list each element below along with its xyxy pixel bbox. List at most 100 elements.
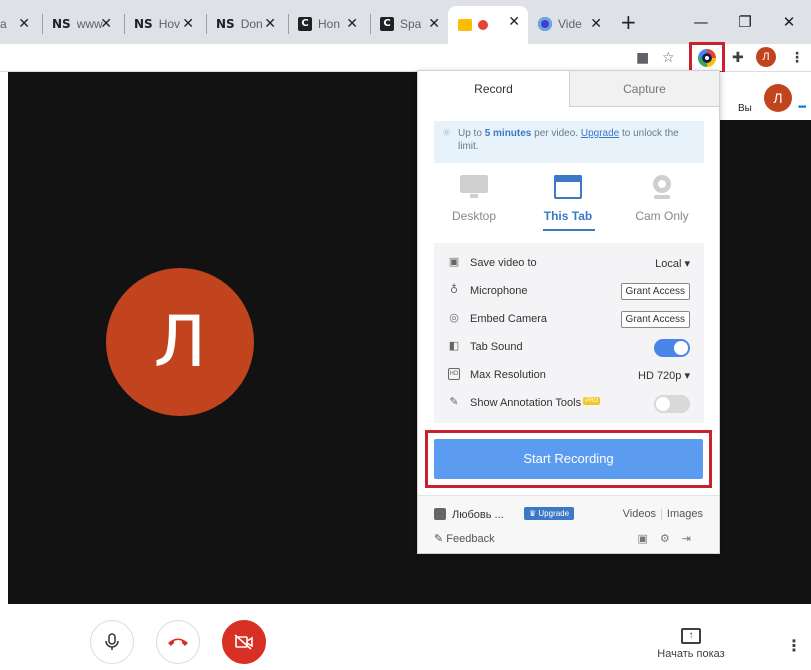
browser-tab[interactable]: a ✕ [0,8,38,40]
tab-sound-toggle[interactable] [654,339,690,357]
settings-panel: ▣ Save video to Local ▾ ♁ Microphone Gra… [434,243,704,423]
close-icon[interactable]: ✕ [428,16,440,32]
more-dots-icon[interactable]: ••• [798,102,806,113]
desktop-icon [460,175,488,199]
camera-grant-access-button[interactable]: Grant Access [620,311,690,328]
tab-sound-icon: ◧ [448,339,460,352]
feedback-link[interactable]: ✎ Feedback [434,532,495,545]
browser-tab[interactable]: NS Hov ✕ [128,8,202,40]
popup-footer: Любовь ... ♛ Upgrade Videos | Images ✎ Fee… [418,495,719,553]
setting-save-video: ▣ Save video to Local ▾ [448,255,690,271]
meet-more-options-icon[interactable]: ⋮ [786,636,802,656]
present-now-button[interactable]: ↑ Начать показ [646,625,736,660]
start-recording-button[interactable]: Start Recording [434,439,703,479]
save-location-select[interactable]: Local ▾ [655,257,690,270]
meet-favicon-icon [458,19,472,31]
resolution-select[interactable]: HD 720p ▾ [638,369,690,382]
camera-off-button[interactable] [222,620,266,664]
save-disk-icon: ▣ [448,255,460,268]
tab-capture[interactable]: Capture [569,71,719,107]
camera-icon: ◎ [449,311,459,324]
profile-avatar[interactable]: Л [756,47,776,67]
ns-favicon-icon: NS [216,17,235,31]
self-avatar: Л [764,84,792,112]
library-links: Videos | Images [622,508,703,520]
mode-this-tab[interactable]: This Tab [528,175,608,223]
tab-record[interactable]: Record [418,71,569,107]
browser-tab[interactable]: NS Don ✕ [210,8,284,40]
exit-icon[interactable]: ⇥ [682,532,703,545]
annotation-icon: ✎ [449,395,459,408]
browser-tab[interactable]: NS www ✕ [46,8,120,40]
browser-menu-icon[interactable]: ⋮ [790,48,804,68]
microphone-icon [105,633,119,650]
restore-button[interactable]: ❐ [723,10,767,34]
browser-tab[interactable]: Vide ✕ [530,8,610,40]
puzzle-icon[interactable]: ✚ [732,48,744,68]
browser-tab-icon [554,175,582,199]
settings-gear-icon[interactable]: ⚙ [660,532,682,545]
footer-icons: ▣⚙⇥ [638,532,704,545]
new-tab-button[interactable]: + [620,10,637,34]
camera-icon[interactable]: ■ [636,48,649,68]
tab-strip: a ✕ NS www ✕ NS Hov ✕ NS Don ✕ C Hon ✕ C… [0,0,811,44]
phone-hangup-icon [168,638,188,646]
close-icon[interactable]: ✕ [346,16,358,32]
ns-favicon-icon: NS [134,17,153,31]
mode-desktop[interactable]: Desktop [434,175,514,223]
active-mode-underline [543,229,595,231]
video-file-icon[interactable]: ▣ [638,532,660,545]
present-label: Начать показ [657,648,725,660]
feedback-icon: ✎ [434,533,447,545]
self-view-strip: Вы Л ••• [720,72,811,120]
pro-badge: PRO [583,397,601,405]
video-favicon-icon [538,17,552,31]
upgrade-button[interactable]: ♛ Upgrade [524,507,575,520]
camera-off-icon [234,634,253,650]
self-label: Вы [738,103,752,114]
setting-annotation-tools: ✎ Show Annotation Tools PRO [434,389,704,417]
upgrade-link[interactable]: Upgrade [581,128,619,139]
close-icon[interactable]: ✕ [18,16,30,32]
user-account[interactable]: Любовь ... [434,508,504,521]
microphone-grant-access-button[interactable]: Grant Access [620,283,690,300]
microphone-button[interactable] [90,620,134,664]
close-icon[interactable]: ✕ [182,16,194,32]
participant-avatar: Л [106,268,254,416]
close-icon[interactable]: ✕ [508,14,520,30]
close-icon[interactable]: ✕ [100,16,112,32]
mode-cam-only[interactable]: Cam Only [622,175,702,223]
hd-icon: HD [448,368,460,380]
annotation-toggle[interactable] [654,395,690,413]
close-icon[interactable]: ✕ [590,16,602,32]
ns-favicon-icon: NS [52,17,71,31]
setting-tab-sound: ◧ Tab Sound [434,333,704,361]
videos-link[interactable]: Videos [623,508,656,520]
setting-embed-camera: ◎ Embed Camera Grant Access [434,305,704,333]
microphone-icon: ♁ [449,283,459,296]
lightbulb-icon: ☼ [442,128,451,139]
images-link[interactable]: Images [667,508,703,520]
bookmark-star-icon[interactable]: ☆ [662,48,675,68]
close-window-button[interactable]: ✕ [767,10,811,34]
capture-modes: Desktop This Tab Cam Only [418,175,719,233]
present-screen-icon: ↑ [681,628,701,644]
start-recording-highlight: Start Recording [425,430,712,488]
browser-tab[interactable]: C Spa ✕ [374,8,448,40]
upgrade-banner: ☼ Up to 5 minutes per video. Upgrade to … [434,121,704,163]
popup-tabs: Record Capture [418,71,719,107]
minimize-button[interactable]: — [679,10,723,34]
window-controls: — ❐ ✕ [679,10,811,34]
setting-microphone: ♁ Microphone Grant Access [434,277,704,305]
c-favicon-icon: C [380,17,394,31]
browser-tab-active[interactable]: ✕ [448,6,528,44]
screen-recorder-extension-icon[interactable] [698,49,716,67]
close-icon[interactable]: ✕ [264,16,276,32]
webcam-icon [648,175,676,199]
user-icon [434,508,446,520]
recording-dot-icon [478,20,488,30]
recorder-popup: Record Capture ☼ Up to 5 minutes per vid… [417,70,720,554]
browser-tab[interactable]: C Hon ✕ [292,8,366,40]
hang-up-button[interactable] [156,620,200,664]
c-favicon-icon: C [298,17,312,31]
